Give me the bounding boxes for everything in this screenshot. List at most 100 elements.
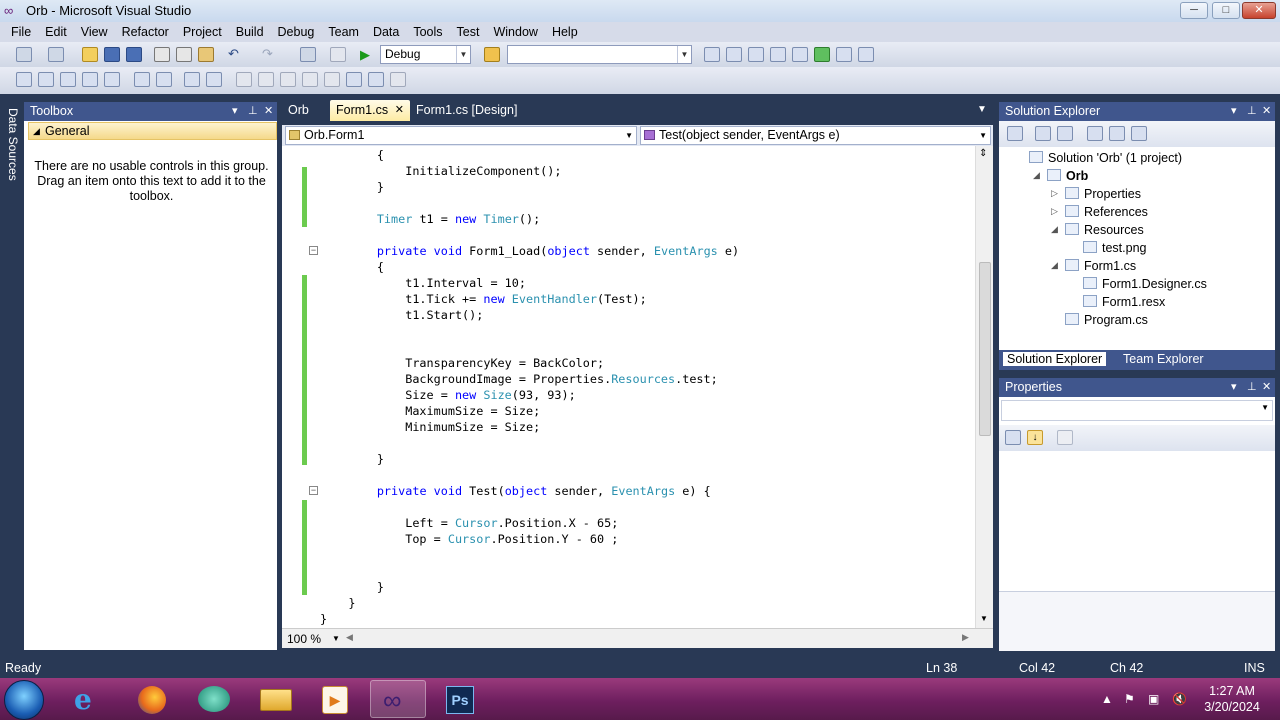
solution-platform-select[interactable]: ▼ (507, 45, 692, 64)
code-line[interactable]: } (320, 579, 384, 595)
menu-window[interactable]: Window (486, 25, 544, 39)
scroll-right-icon[interactable]: ▶ (962, 632, 969, 643)
file-explorer-button[interactable] (248, 680, 304, 718)
visual-studio-button[interactable]: ∞ (370, 680, 426, 718)
refresh-icon[interactable] (1057, 126, 1073, 141)
tree-item[interactable]: Program.cs (1065, 311, 1148, 329)
menu-file[interactable]: File (4, 25, 38, 39)
tab-form1-cs[interactable]: Form1.cs ✕ (330, 100, 410, 121)
decrease-indent-icon[interactable] (134, 72, 150, 87)
pin-icon[interactable]: ⊥ (1247, 102, 1257, 121)
parameter-info-icon[interactable] (38, 72, 54, 87)
extension-manager-icon[interactable] (836, 47, 852, 62)
tab-solution-explorer[interactable]: Solution Explorer (1003, 352, 1107, 366)
tree-item[interactable]: Solution 'Orb' (1 project) (1029, 149, 1182, 167)
code-line[interactable]: InitializeComponent(); (320, 163, 561, 179)
save-icon[interactable] (104, 47, 120, 62)
network-icon[interactable]: ▣ (1148, 692, 1159, 706)
menu-test[interactable]: Test (450, 25, 487, 39)
command-window-icon[interactable] (858, 47, 874, 62)
solution-explorer-icon[interactable] (726, 47, 742, 62)
add-item-icon[interactable] (48, 47, 64, 62)
save-all-icon[interactable] (126, 47, 142, 62)
show-all-files-icon[interactable] (1035, 126, 1051, 141)
code-line[interactable]: } (320, 451, 384, 467)
increase-indent-icon[interactable] (156, 72, 172, 87)
expand-toggle-icon[interactable]: ▷ (1051, 188, 1058, 199)
expand-toggle-icon[interactable]: ◢ (1051, 260, 1058, 271)
display-word-icon[interactable] (104, 72, 120, 87)
close-icon[interactable]: ✕ (1262, 378, 1271, 397)
class-dropdown[interactable]: Orb.Form1 ▼ (285, 126, 637, 145)
properties-window-icon[interactable] (748, 47, 764, 62)
categorized-icon[interactable] (1005, 430, 1021, 445)
redo-icon[interactable]: ↷ (262, 47, 278, 62)
tab-team-explorer[interactable]: Team Explorer (1123, 352, 1204, 366)
start-debugging-icon[interactable]: ▶ (360, 47, 376, 62)
close-icon[interactable]: ✕ (1262, 102, 1271, 121)
tree-item[interactable]: Properties (1065, 185, 1141, 203)
code-line[interactable]: Top = Cursor.Position.Y - 60 ; (320, 531, 618, 547)
undo-icon[interactable]: ↶ (228, 47, 244, 62)
firefox-button[interactable] (124, 680, 180, 718)
split-handle-icon[interactable]: ⇕ (979, 148, 987, 159)
tab-form1-design[interactable]: Form1.cs [Design] (410, 100, 523, 121)
next-bookmark-in-folder-icon[interactable] (324, 72, 340, 87)
open-folder-icon[interactable] (82, 47, 98, 62)
tree-item[interactable]: Resources (1065, 221, 1144, 239)
code-line[interactable]: { (320, 259, 384, 275)
show-hidden-icons[interactable]: ▲ (1101, 692, 1113, 706)
menu-data[interactable]: Data (366, 25, 406, 39)
dropdown-icon[interactable]: ▾ (1231, 102, 1237, 121)
toolbox-icon[interactable] (792, 47, 808, 62)
previous-bookmark-in-folder-icon[interactable] (302, 72, 318, 87)
tree-item[interactable]: test.png (1083, 239, 1146, 257)
view-class-diagram-icon[interactable] (1131, 126, 1147, 141)
tree-item[interactable]: Orb (1047, 167, 1088, 185)
close-icon[interactable]: ✕ (264, 102, 273, 121)
comment-lines-icon[interactable] (184, 72, 200, 87)
menu-project[interactable]: Project (176, 25, 229, 39)
code-line[interactable]: Left = Cursor.Position.X - 65; (320, 515, 618, 531)
navigate-forward-icon[interactable] (330, 47, 346, 62)
internet-explorer-button[interactable]: e (62, 680, 118, 718)
menu-edit[interactable]: Edit (38, 25, 74, 39)
code-line[interactable]: private void Test(object sender, EventAr… (320, 483, 711, 499)
minimize-button[interactable]: ─ (1180, 2, 1208, 19)
tab-list-dropdown-icon[interactable]: ▼ (977, 104, 987, 115)
toolbox-group-general[interactable]: ◢ General (28, 122, 277, 140)
expand-toggle-icon[interactable]: ◢ (1051, 224, 1058, 235)
system-clock[interactable]: 1:27 AM 3/20/2024 (1192, 683, 1272, 715)
start-button[interactable] (4, 680, 44, 720)
tree-item[interactable]: Form1.resx (1083, 293, 1165, 311)
pin-icon[interactable]: ⊥ (248, 102, 258, 121)
dropdown-icon[interactable]: ▾ (232, 102, 238, 121)
pin-icon[interactable]: ⊥ (1247, 378, 1257, 397)
media-player-button[interactable]: ▶ (308, 680, 364, 718)
next-bookmark-in-document-icon[interactable] (368, 72, 384, 87)
clear-bookmarks-icon[interactable] (390, 72, 406, 87)
code-line[interactable]: Timer t1 = new Timer(); (320, 211, 540, 227)
code-line[interactable]: t1.Tick += new EventHandler(Test); (320, 291, 647, 307)
view-designer-icon[interactable] (1109, 126, 1125, 141)
close-button[interactable]: ✕ (1242, 2, 1276, 19)
navigate-backward-icon[interactable] (300, 47, 316, 62)
menu-help[interactable]: Help (545, 25, 585, 39)
expand-toggle-icon[interactable]: ▷ (1051, 206, 1058, 217)
vertical-scrollbar[interactable]: ⇕ ▼ (975, 146, 993, 628)
photoshop-button[interactable]: Ps (432, 680, 488, 718)
new-project-icon[interactable] (16, 47, 32, 62)
collapse-toggle-icon[interactable]: − (309, 246, 318, 255)
tab-orb[interactable]: Orb (282, 100, 315, 121)
toggle-bookmark-icon[interactable] (236, 72, 252, 87)
paste-icon[interactable] (198, 47, 214, 62)
code-line[interactable]: } (320, 179, 384, 195)
menu-view[interactable]: View (74, 25, 115, 39)
uncomment-lines-icon[interactable] (206, 72, 222, 87)
scroll-down-icon[interactable]: ▼ (980, 614, 988, 623)
action-center-flag-icon[interactable]: ⚑ (1124, 692, 1135, 706)
find-in-files-icon[interactable] (704, 47, 720, 62)
menu-debug[interactable]: Debug (271, 25, 322, 39)
code-line[interactable]: Size = new Size(93, 93); (320, 387, 576, 403)
tree-item[interactable]: Form1.cs (1065, 257, 1136, 275)
